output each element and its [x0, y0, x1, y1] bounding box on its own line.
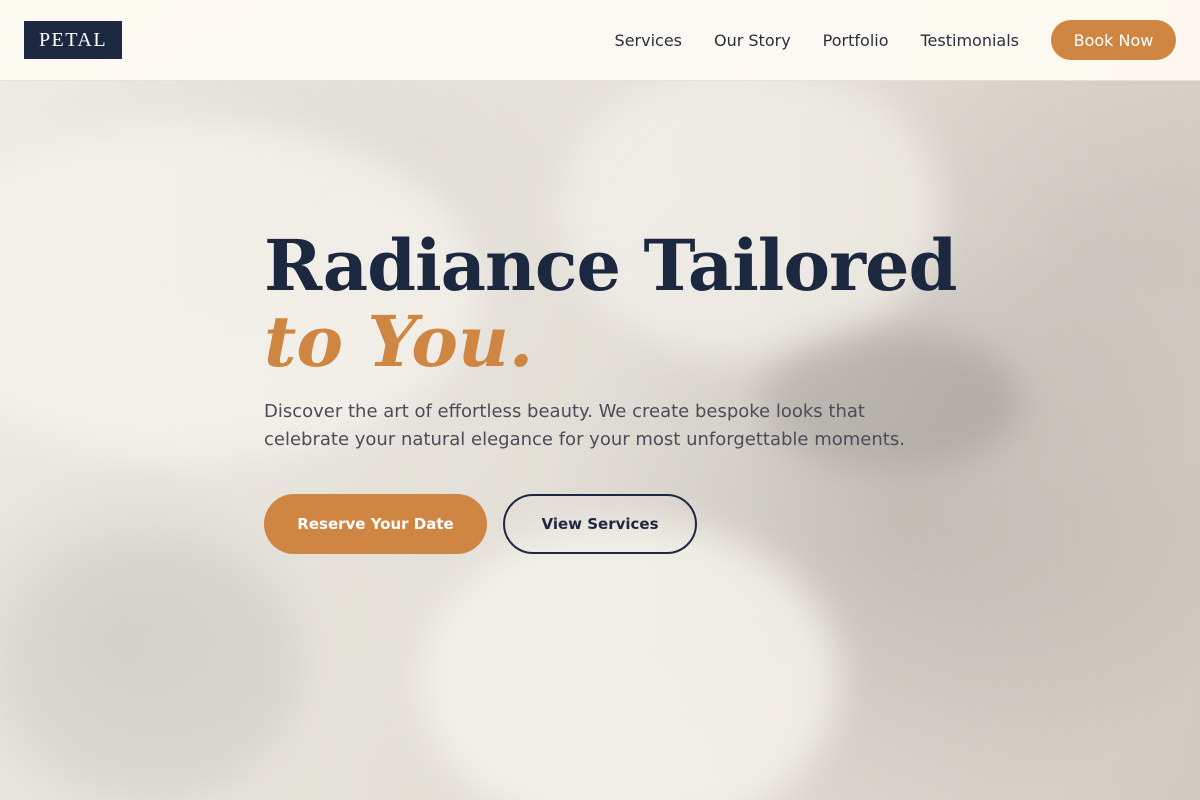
headline-line-2: to You. [264, 300, 534, 383]
top-navigation-bar: PETAL Services Our Story Portfolio Testi… [0, 0, 1200, 81]
nav-link-our-story[interactable]: Our Story [714, 31, 791, 50]
view-services-button[interactable]: View Services [503, 494, 697, 554]
headline-line-1: Radiance Tailored [264, 224, 957, 307]
nav-link-services[interactable]: Services [615, 31, 682, 50]
nav-link-testimonials[interactable]: Testimonials [921, 31, 1020, 50]
hero-subtext: Discover the art of effortless beauty. W… [264, 401, 905, 450]
nav-link-portfolio[interactable]: Portfolio [823, 31, 889, 50]
book-now-button[interactable]: Book Now [1051, 20, 1176, 60]
main-nav: Services Our Story Portfolio Testimonial… [615, 20, 1176, 60]
hero-cta-row: Reserve Your Date View Services [264, 494, 964, 554]
reserve-date-button[interactable]: Reserve Your Date [264, 494, 487, 554]
brand-logo[interactable]: PETAL [24, 21, 122, 59]
hero-headline: Radiance Tailored to You. [264, 226, 964, 378]
hero-section: Radiance Tailored to You. Discover the a… [264, 226, 964, 554]
